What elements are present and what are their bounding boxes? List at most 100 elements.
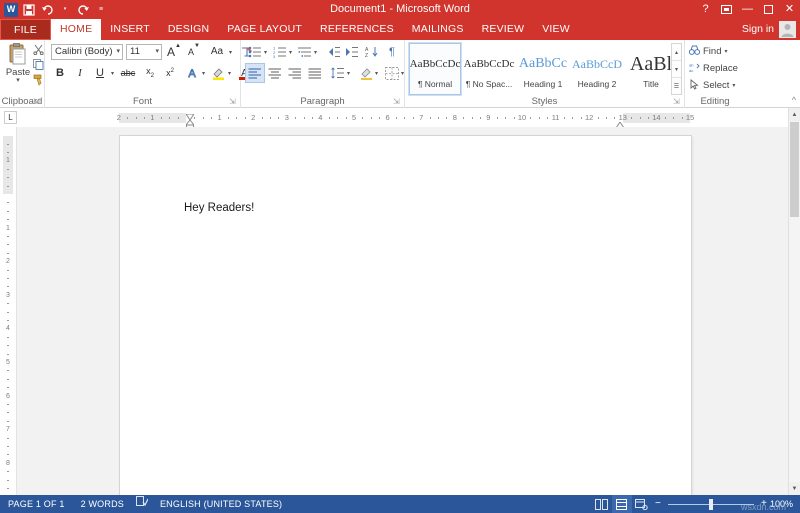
style-heading-1[interactable]: AaBbCc Heading 1 [517,43,569,95]
underline-caret-icon[interactable]: ▾ [109,70,116,77]
style-no-spacing[interactable]: AaBbCcDc ¶ No Spac... [463,43,515,95]
subscript-icon[interactable]: x2 [141,64,159,82]
vertical-ruler[interactable]: 112345678 [0,127,16,495]
close-button[interactable]: ✕ [779,0,800,19]
cut-icon[interactable] [33,44,44,55]
document-canvas[interactable]: Hey Readers! [16,127,788,495]
select-caret-icon[interactable]: ▾ [732,82,735,89]
style-normal[interactable]: AaBbCcDc ¶ Normal [409,43,461,95]
font-size-caret-icon[interactable]: ▾ [155,45,159,59]
text-highlight-caret-icon[interactable]: ▾ [226,70,233,77]
tab-insert[interactable]: INSERT [101,19,159,40]
shading-caret-icon[interactable]: ▾ [373,70,380,77]
styles-dialog-launcher[interactable]: ⇲ [673,98,681,106]
horizontal-ruler[interactable]: L 21123456789101112131415 [0,108,788,127]
word-count[interactable]: 2 WORDS [73,495,132,513]
paste-dropdown-caret[interactable]: ▾ [16,78,20,83]
document-page[interactable]: Hey Readers! [120,136,691,513]
customize-qat-icon[interactable]: ≡ [92,1,110,19]
underline-icon[interactable]: U [91,64,109,82]
language-indicator[interactable]: ENGLISH (UNITED STATES) [152,495,290,513]
show-formatting-marks-icon[interactable]: ¶ [383,43,401,61]
save-icon[interactable] [20,1,38,19]
styles-scroll-down-button[interactable]: ▾ [672,61,681,78]
tab-references[interactable]: REFERENCES [311,19,403,40]
account-avatar-icon[interactable] [779,21,796,38]
left-indent-marker[interactable] [186,120,194,127]
numbering-caret-icon[interactable]: ▾ [287,49,294,56]
first-line-indent-marker[interactable] [186,111,194,117]
tab-view[interactable]: VIEW [533,19,579,40]
clipboard-dialog-launcher[interactable]: ⇲ [33,98,41,106]
replace-button[interactable]: abac Replace [689,61,738,76]
tab-page-layout[interactable]: PAGE LAYOUT [218,19,311,40]
right-indent-marker[interactable] [616,119,624,125]
multilevel-list-caret-icon[interactable]: ▾ [312,49,319,56]
style-heading-2[interactable]: AaBbCcD Heading 2 [571,43,623,95]
select-button[interactable]: Select ▾ [689,78,735,93]
print-layout-view-button[interactable] [612,495,632,513]
scrollbar-thumb[interactable] [790,122,799,217]
web-layout-view-button[interactable] [632,495,652,513]
font-name-caret-icon[interactable]: ▾ [116,45,120,59]
italic-icon[interactable]: I [71,64,89,82]
zoom-level[interactable]: 100% [770,495,800,513]
paste-button[interactable]: Paste ▾ [3,42,33,92]
copy-icon[interactable] [33,59,44,70]
font-size-combobox[interactable]: 11 ▾ [126,44,162,60]
zoom-slider[interactable] [668,495,754,513]
strikethrough-icon[interactable]: abc [119,64,137,82]
page-indicator[interactable]: PAGE 1 OF 1 [0,495,73,513]
decrease-indent-icon[interactable] [325,43,343,61]
collapse-ribbon-button[interactable]: ^ [792,95,796,105]
undo-icon[interactable] [38,1,56,19]
redo-icon[interactable] [74,1,92,19]
zoom-out-button[interactable]: − [652,495,664,513]
scroll-down-button[interactable]: ▼ [789,482,800,495]
font-dialog-launcher[interactable]: ⇲ [229,98,237,106]
paragraph-dialog-launcher[interactable]: ⇲ [393,98,401,106]
bullets-caret-icon[interactable]: ▾ [262,49,269,56]
align-center-icon[interactable] [266,64,284,82]
align-right-icon[interactable] [286,64,304,82]
sort-icon[interactable]: AZ [363,43,381,61]
tab-mailings[interactable]: MAILINGS [403,19,473,40]
tab-home[interactable]: HOME [51,19,101,40]
increase-indent-icon[interactable] [343,43,361,61]
tab-design[interactable]: DESIGN [159,19,218,40]
find-button[interactable]: Find ▾ [689,44,728,59]
vertical-scrollbar[interactable]: ▲ ▼ [788,108,800,495]
sign-in-button[interactable]: Sign in [742,21,774,38]
text-effects-caret-icon[interactable]: ▾ [200,70,207,77]
grow-font-icon[interactable]: A▲ [165,43,183,61]
font-name-combobox[interactable]: Calibri (Body) ▾ [51,44,123,60]
spelling-check-icon[interactable] [132,495,152,513]
format-painter-icon[interactable] [33,74,44,85]
bold-icon[interactable]: B [51,64,69,82]
justify-icon[interactable] [306,64,324,82]
ruler-track[interactable]: 21123456789101112131415 [119,113,690,123]
styles-more-button[interactable]: ☰ [672,78,681,94]
change-case-caret-icon[interactable]: ▾ [227,49,234,56]
tab-file[interactable]: FILE [0,19,51,40]
change-case-icon[interactable]: Aa [207,43,227,61]
zoom-slider-thumb[interactable] [709,499,713,510]
help-button[interactable]: ? [695,0,716,19]
maximize-button[interactable] [758,0,779,19]
read-mode-view-button[interactable] [592,495,612,513]
zoom-in-button[interactable]: + [758,495,770,513]
find-caret-icon[interactable]: ▾ [724,48,727,55]
text-highlight-color-icon[interactable] [209,64,227,82]
undo-dropdown-icon[interactable]: ▾ [56,1,74,19]
minimize-button[interactable]: — [737,0,758,19]
superscript-icon[interactable]: x2 [161,64,179,82]
tab-review[interactable]: REVIEW [473,19,534,40]
style-title[interactable]: AaBl Title [625,43,677,95]
text-effects-icon[interactable]: A [183,64,201,82]
document-body-text[interactable]: Hey Readers! [184,202,254,214]
styles-scroll-up-button[interactable]: ▴ [672,44,681,61]
ribbon-display-options-button[interactable] [716,0,737,19]
tab-stop-selector[interactable]: L [4,111,17,124]
line-spacing-caret-icon[interactable]: ▾ [345,70,352,77]
shrink-font-icon[interactable]: A▼ [185,43,203,61]
